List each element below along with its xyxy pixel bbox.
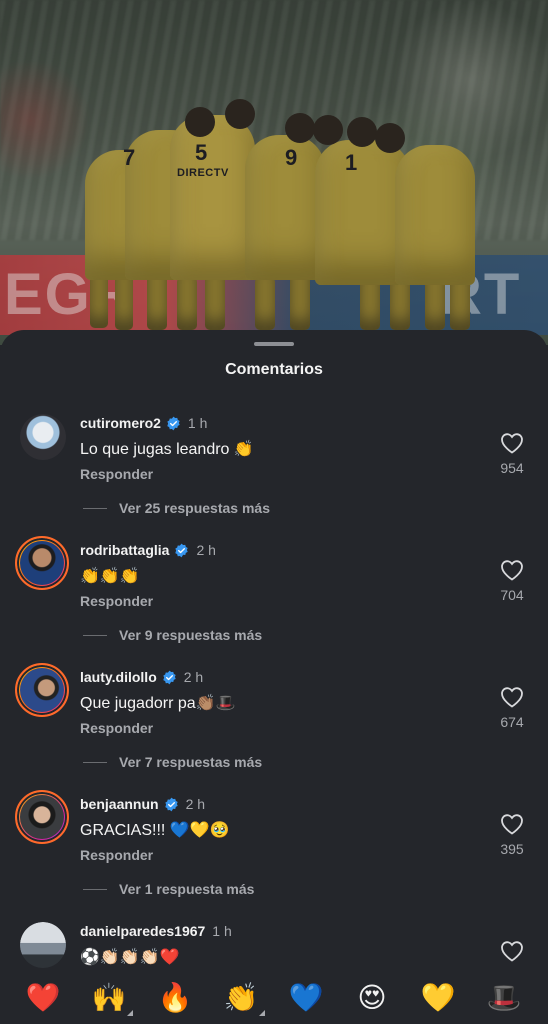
avatar[interactable] (20, 414, 66, 460)
comment-item: cutiromero2 1 h Lo que jugas leandro 👏 R… (0, 412, 548, 532)
fire-emoji-button[interactable]: 🔥 (155, 978, 195, 1018)
like-count: 704 (500, 587, 524, 603)
reply-button[interactable]: Responder (80, 847, 153, 863)
verified-badge-icon (167, 416, 180, 430)
like-count: 674 (500, 714, 524, 730)
comment-text: Lo que jugas leandro 👏 (80, 441, 254, 458)
username[interactable]: benjaannun (80, 796, 159, 812)
reply-button[interactable]: Responder (80, 466, 153, 482)
variant-indicator-icon (259, 1010, 265, 1016)
verified-badge-icon (175, 543, 189, 557)
reply-button[interactable]: Responder (80, 593, 153, 609)
username[interactable]: cutiromero2 (80, 415, 161, 431)
team-huddle: 5 9 1 7 DIRECTV (85, 95, 475, 330)
clapping-emoji: 👏 (223, 982, 259, 1013)
username[interactable]: lauty.dilollo (80, 669, 157, 685)
view-more-replies[interactable]: Ver 1 respuesta más (82, 881, 254, 897)
comment-text: GRACIAS!!! 💙💛🥹 (80, 822, 230, 839)
like-count: 395 (500, 841, 524, 857)
comment-text: ⚽👏🏻👏🏻👏🏻❤️ (80, 949, 180, 966)
comment-item: benjaannun 2 h GRACIAS!!! 💙💛🥹 Responder … (0, 790, 548, 913)
avatar[interactable] (20, 922, 66, 968)
avatar[interactable] (15, 536, 69, 590)
comment-text: Que jugadorr pa👏🏽🎩 (80, 695, 236, 712)
avatar[interactable] (15, 790, 69, 844)
blue-heart-emoji-button[interactable]: 💙 (286, 978, 326, 1018)
heart-eyes-emoji-button[interactable]: 😍 (352, 978, 392, 1018)
comment-text: 👏👏👏 (80, 568, 140, 585)
post-photo: EGR RT 5 9 1 7 DIRECTV (0, 0, 548, 345)
reply-button[interactable]: Responder (80, 720, 153, 736)
comment-time: 1 h (187, 415, 208, 431)
username[interactable]: rodribattaglia (80, 542, 169, 558)
comment-item: lauty.dilollo 2 h Que jugadorr pa👏🏽🎩 Res… (0, 663, 548, 786)
heart-outline-icon[interactable] (500, 559, 524, 581)
view-more-replies[interactable]: Ver 25 respuestas más (83, 500, 270, 516)
comment-item: danielparedes1967 1 h ⚽👏🏻👏🏻👏🏻❤️ (0, 920, 548, 970)
like-count: 954 (500, 460, 524, 476)
comment-time: 2 h (185, 796, 206, 812)
sheet-title: Comentarios (225, 361, 323, 378)
comment-time: 2 h (196, 542, 216, 558)
heart-outline-icon[interactable] (500, 432, 524, 454)
avatar[interactable] (15, 663, 69, 717)
verified-badge-icon (164, 797, 178, 811)
raising-hands-emoji-button[interactable]: 🙌 (89, 978, 133, 1018)
heart-outline-icon[interactable] (500, 686, 524, 708)
comment-time: 1 h (212, 923, 232, 939)
jersey-sponsor: DIRECTV (177, 167, 229, 179)
heart-emoji-button[interactable]: ❤️ (23, 978, 63, 1018)
view-more-replies[interactable]: Ver 9 respuestas más (82, 627, 262, 643)
top-hat-emoji-button[interactable]: 🎩 (484, 978, 524, 1018)
verified-badge-icon (163, 670, 176, 684)
drag-handle[interactable] (254, 342, 294, 346)
comment-time: 2 h (183, 669, 204, 685)
heart-outline-icon[interactable] (500, 940, 524, 962)
raising-hands-emoji: 🙌 (91, 982, 127, 1013)
comment-item: rodribattaglia 2 h 👏👏👏 Responder Ver 9 r… (0, 536, 548, 659)
clapping-emoji-button[interactable]: 👏 (221, 978, 265, 1018)
yellow-heart-emoji-button[interactable]: 💛 (418, 978, 458, 1018)
view-more-replies[interactable]: Ver 7 respuestas más (82, 754, 262, 770)
username[interactable]: danielparedes1967 (80, 923, 205, 939)
heart-outline-icon[interactable] (500, 813, 524, 835)
variant-indicator-icon (127, 1010, 133, 1016)
emoji-reaction-bar: ❤️ 🙌 🔥 👏 💙 😍 💛 🎩 (0, 970, 548, 1024)
